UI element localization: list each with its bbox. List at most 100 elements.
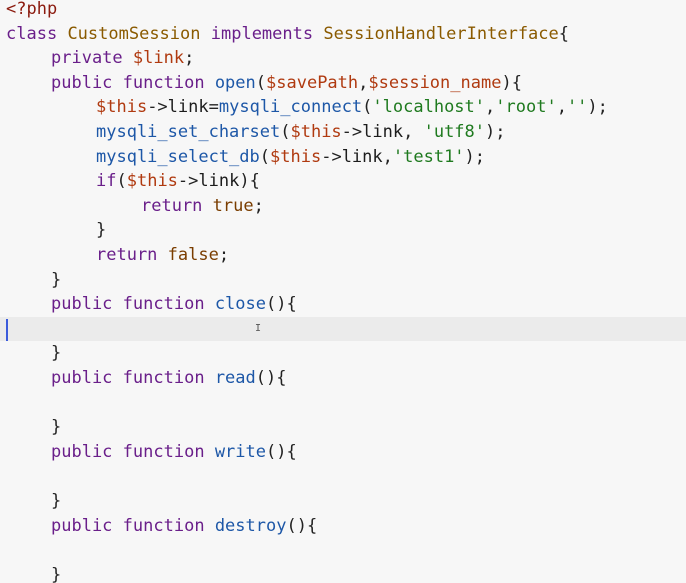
code-line[interactable]: } xyxy=(0,415,686,440)
code-line-content: mysqli_set_charset($this->link, 'utf8'); xyxy=(96,120,506,145)
code-token: = xyxy=(208,97,219,118)
code-token: ( xyxy=(280,122,291,142)
code-token: (){ xyxy=(266,441,297,462)
code-token: 'test1' xyxy=(392,146,465,167)
code-token: -> xyxy=(341,122,363,142)
code-line[interactable] xyxy=(0,464,686,489)
code-line-content: return true; xyxy=(141,194,264,219)
code-token: $this xyxy=(96,97,148,118)
code-line-content: public function write(){ xyxy=(51,440,297,465)
code-token: false xyxy=(167,245,219,265)
code-line[interactable] xyxy=(0,316,686,342)
code-line[interactable]: } xyxy=(0,563,686,583)
code-line[interactable]: return false; xyxy=(0,243,686,268)
code-line[interactable]: } xyxy=(0,268,686,293)
text-caret xyxy=(6,319,8,341)
code-line[interactable]: class CustomSession implements SessionHa… xyxy=(0,22,686,47)
code-token: $this xyxy=(290,122,342,142)
code-token: public xyxy=(51,72,113,93)
code-line-content: mysqli_select_db($this->link,'test1'); xyxy=(96,145,485,170)
code-line[interactable]: if($this->link){ xyxy=(0,169,686,194)
code-line-content: $this->link=mysqli_connect('localhost','… xyxy=(96,95,608,120)
code-line[interactable]: mysqli_set_charset($this->link, 'utf8'); xyxy=(0,120,686,145)
code-line-content: public function open($savePath,$session_… xyxy=(51,71,522,96)
code-token: link xyxy=(341,146,383,167)
code-token: open xyxy=(214,72,256,93)
code-token: public xyxy=(51,515,113,536)
code-token: 'root' xyxy=(495,97,557,118)
code-line[interactable]: public function destroy(){ xyxy=(0,514,686,539)
code-token: function xyxy=(122,515,205,536)
code-token: , xyxy=(382,146,393,167)
code-editor[interactable]: } public function destroy(){} public funct… xyxy=(0,0,686,583)
code-token: { xyxy=(558,23,570,44)
code-line[interactable]: } xyxy=(0,218,686,243)
code-token: ; xyxy=(184,48,195,69)
code-token: <?php xyxy=(6,0,58,19)
code-token: ( xyxy=(259,146,271,167)
code-token: -> xyxy=(321,146,342,167)
code-token: -> xyxy=(147,97,168,118)
code-token: , xyxy=(556,97,567,118)
code-token: mysqli_set_charset xyxy=(96,122,281,142)
code-token: 'localhost' xyxy=(372,97,486,118)
code-token: close xyxy=(214,294,266,315)
code-token: link xyxy=(362,122,404,142)
code-line[interactable]: } xyxy=(0,489,686,514)
code-token: ){ xyxy=(501,72,522,93)
code-token: private xyxy=(51,48,123,69)
code-line[interactable]: public function close(){ xyxy=(0,292,686,317)
code-token: public xyxy=(51,294,113,315)
code-line[interactable]: } xyxy=(0,341,686,366)
code-token: ; xyxy=(218,245,230,265)
code-token: } xyxy=(51,564,62,583)
code-token: '' xyxy=(566,97,588,118)
code-token: } xyxy=(96,220,107,241)
code-token: $this xyxy=(126,171,178,192)
code-token: function xyxy=(122,72,205,93)
code-line-content: class CustomSession implements SessionHa… xyxy=(6,22,569,47)
code-token: ){ xyxy=(239,171,260,192)
code-token: write xyxy=(214,441,266,462)
code-line[interactable]: return true; xyxy=(0,194,686,219)
code-token: destroy xyxy=(214,515,287,536)
code-line-content: } xyxy=(51,563,61,583)
code-token: } xyxy=(51,343,62,364)
code-token: if xyxy=(96,171,117,192)
code-line[interactable] xyxy=(0,538,686,563)
code-token: return xyxy=(141,195,203,216)
code-line[interactable]: private $link; xyxy=(0,46,686,71)
code-line[interactable]: mysqli_select_db($this->link,'test1'); xyxy=(0,145,686,170)
code-line[interactable]: $this->link=mysqli_connect('localhost','… xyxy=(0,95,686,120)
code-token: read xyxy=(214,368,256,388)
code-token: true xyxy=(212,195,254,216)
code-token: (){ xyxy=(286,515,318,536)
code-line-content: public function read(){ xyxy=(51,366,286,391)
code-token: function xyxy=(122,294,205,315)
code-line[interactable]: public function read(){ xyxy=(0,366,686,391)
code-token: public xyxy=(51,441,113,462)
code-line[interactable]: public function write(){ xyxy=(0,440,686,465)
code-line-content: private $link; xyxy=(51,46,194,71)
code-line[interactable]: <?php xyxy=(0,0,686,22)
code-token: , xyxy=(358,72,369,93)
code-token: $session_name xyxy=(368,72,502,93)
code-line-content: <?php xyxy=(6,0,57,22)
code-token: $savePath xyxy=(266,72,359,93)
code-token: } xyxy=(51,491,62,511)
code-token: ); xyxy=(485,122,506,142)
code-token: implements xyxy=(210,23,314,44)
code-line[interactable]: public function open($savePath,$session_… xyxy=(0,71,686,96)
code-line[interactable] xyxy=(0,391,686,416)
code-token: ( xyxy=(116,171,127,192)
code-token: ); xyxy=(587,97,608,118)
